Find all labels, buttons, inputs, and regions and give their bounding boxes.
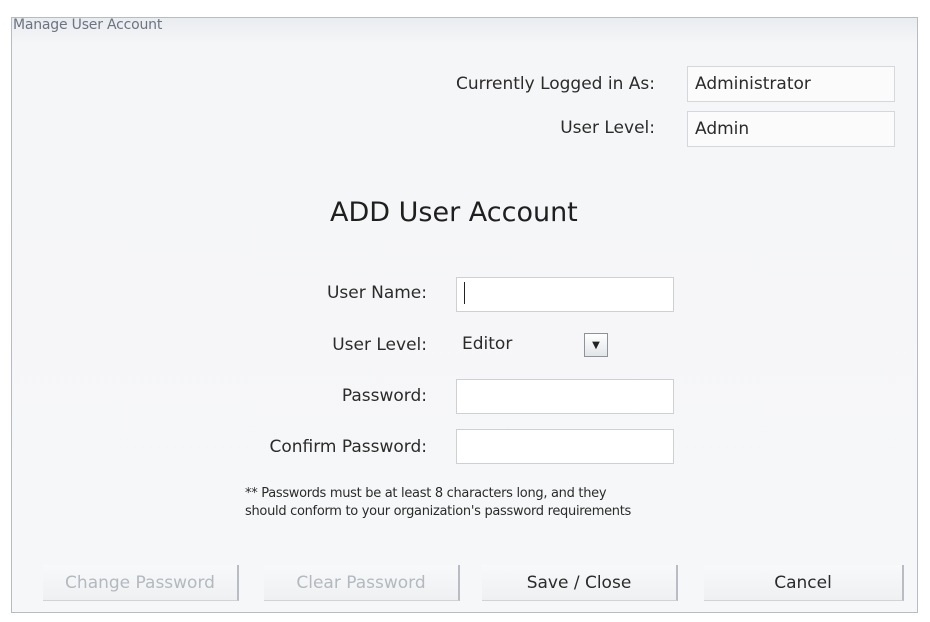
form-heading: ADD User Account xyxy=(330,197,578,228)
save-close-button[interactable]: Save / Close xyxy=(482,565,678,601)
password-requirements-note: ** Passwords must be at least 8 characte… xyxy=(245,485,631,521)
logged-in-label: Currently Logged in As: xyxy=(456,74,655,94)
change-password-button[interactable]: Change Password xyxy=(43,565,239,601)
username-label: User Name: xyxy=(326,283,427,303)
username-input[interactable] xyxy=(456,277,674,312)
window-title: Manage User Account xyxy=(13,17,163,33)
cancel-button[interactable]: Cancel xyxy=(704,565,904,601)
session-level-value-text: Admin xyxy=(695,119,750,139)
logged-in-value: Administrator xyxy=(687,66,895,102)
session-level-label: User Level: xyxy=(560,118,655,138)
note-line-2: should conform to your organization's pa… xyxy=(245,504,631,519)
userlevel-select[interactable]: Editor xyxy=(462,334,512,354)
note-line-1: ** Passwords must be at least 8 characte… xyxy=(245,486,607,501)
confirm-password-input[interactable] xyxy=(456,429,674,464)
text-caret xyxy=(464,282,465,304)
password-input[interactable] xyxy=(456,379,674,414)
logged-in-value-text: Administrator xyxy=(695,74,811,94)
confirm-password-label: Confirm Password: xyxy=(269,437,427,457)
session-level-value: Admin xyxy=(687,111,895,147)
clear-password-button[interactable]: Clear Password xyxy=(264,565,460,601)
password-label: Password: xyxy=(341,386,427,406)
chevron-down-icon[interactable]: ▼ xyxy=(584,333,608,357)
userlevel-label: User Level: xyxy=(332,335,427,355)
manage-user-account-window xyxy=(11,17,918,613)
